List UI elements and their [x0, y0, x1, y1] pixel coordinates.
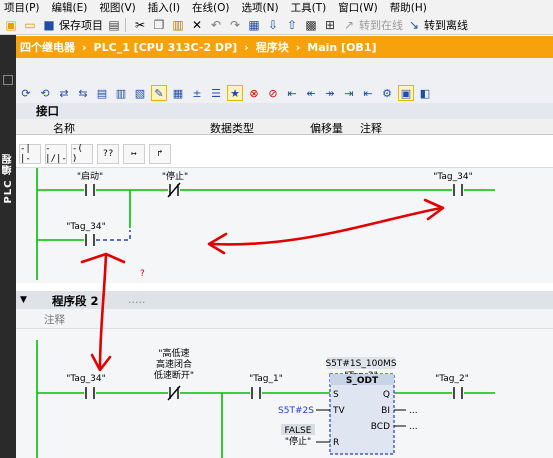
comments-toggle-icon[interactable]: ✎	[151, 85, 167, 101]
download-icon[interactable]: ⇩	[265, 17, 281, 33]
insert-row-icon[interactable]: ▥	[113, 85, 129, 101]
plc-programming-side-tab[interactable]: PLC 编程	[0, 35, 16, 458]
expand-networks-icon[interactable]: ☰	[208, 85, 224, 101]
redo-icon[interactable]: ↷	[227, 17, 243, 33]
network-separator	[16, 283, 553, 291]
compile-icon[interactable]: ▦	[246, 17, 262, 33]
delete-row-icon[interactable]: ▧	[132, 85, 148, 101]
undo-icon[interactable]: ↶	[208, 17, 224, 33]
open-project-icon[interactable]: ▭	[22, 17, 38, 33]
lad-instructions-bar: -| |- -|/|- -( ) ?? ↦ ↱	[16, 140, 553, 168]
display-icon[interactable]: ▣	[398, 85, 414, 101]
side-tab-label: PLC 编程	[3, 153, 14, 204]
breadcrumb-device[interactable]: PLC_1 [CPU 313C-2 DP]	[94, 41, 238, 54]
monitor-icon[interactable]: ⟳	[18, 85, 34, 101]
pin-icon[interactable]	[3, 75, 13, 85]
go-offline-icon[interactable]: ↘	[406, 17, 422, 33]
menu-options[interactable]: 选项(N)	[236, 0, 285, 15]
breadcrumb-separator-icon: ›	[82, 40, 87, 54]
simulate-icon[interactable]: ▩	[303, 17, 319, 33]
delete-icon[interactable]: ✕	[189, 17, 205, 33]
upload-icon[interactable]: ⇧	[284, 17, 300, 33]
print-icon[interactable]: ▤	[106, 17, 122, 33]
next-network-icon[interactable]: ↠	[322, 85, 338, 101]
network-2[interactable]	[16, 329, 553, 458]
menu-tools[interactable]: 工具(T)	[285, 0, 333, 15]
monitor-all-icon[interactable]: ⟲	[37, 85, 53, 101]
empty-box-icon[interactable]: ??	[97, 143, 119, 164]
indent-icon[interactable]: ⇥	[341, 85, 357, 101]
first-network-icon[interactable]: ⇤	[284, 85, 300, 101]
outdent-icon[interactable]: ⇤	[360, 85, 376, 101]
normally-open-contact-icon[interactable]: -| |-	[19, 143, 41, 164]
cut-icon[interactable]: ✂	[132, 17, 148, 33]
network-2-header[interactable]: ▼ 程序段 2 .....	[16, 291, 553, 309]
go-online-button[interactable]: 转到在线	[359, 17, 403, 33]
absolute-operands-icon[interactable]: ±	[189, 85, 205, 101]
menu-view[interactable]: 视图(V)	[93, 0, 141, 15]
go-to-previous-error-icon[interactable]: ⊗	[246, 85, 262, 101]
network-2-title: 程序段 2	[52, 294, 99, 308]
breadcrumb-block[interactable]: Main [OB1]	[307, 41, 376, 54]
close-branch-icon[interactable]: ↱	[149, 143, 171, 164]
go-to-next-error-icon[interactable]: ⊘	[265, 85, 281, 101]
force-icon[interactable]: ⇆	[75, 85, 91, 101]
breadcrumb-project[interactable]: 四个继电器	[20, 39, 75, 55]
accessible-devices-icon[interactable]: ⊞	[322, 17, 338, 33]
copy-icon[interactable]: ❐	[151, 17, 167, 33]
breadcrumb-separator-icon: ›	[295, 40, 301, 54]
breadcrumb-program-blocks[interactable]: 程序块	[256, 39, 289, 55]
network-2-comment[interactable]: 注释	[16, 309, 553, 329]
open-branch-icon[interactable]: ↦	[123, 143, 145, 164]
breadcrumb: 四个继电器 › PLC_1 [CPU 313C-2 DP] › 程序块 › Ma…	[16, 36, 553, 58]
menu-project[interactable]: 项目(P)	[0, 0, 46, 15]
normally-closed-contact-icon[interactable]: -|/|-	[45, 143, 67, 164]
column-name[interactable]: 名称	[53, 120, 75, 136]
favorites-icon[interactable]: ★	[227, 85, 243, 101]
paste-icon[interactable]: ▥	[170, 17, 186, 33]
network-1[interactable]	[16, 168, 553, 283]
insert-network-icon[interactable]: ▤	[94, 85, 110, 101]
menu-window[interactable]: 窗口(W)	[332, 0, 384, 15]
interface-header: 名称 数据类型 偏移量 注释	[16, 119, 553, 135]
network-2-title-placeholder[interactable]: .....	[128, 293, 145, 306]
column-comment[interactable]: 注释	[360, 120, 382, 136]
block-editor-toolbar: ⟳ ⟲ ⇄ ⇆ ▤ ▥ ▧ ✎ ▦ ± ☰ ★ ⊗ ⊘ ⇤ ↞ ↠ ⇥ ⇤ ⚙ …	[16, 83, 553, 103]
network-2-comment-label: 注释	[44, 314, 65, 326]
properties-icon[interactable]: ⚙	[379, 85, 395, 101]
toolbar-separator	[125, 17, 126, 32]
main-toolbar: ▣ ▭ ■ 保存项目 ▤ ✂ ❐ ▥ ✕ ↶ ↷ ▦ ⇩ ⇧ ▩ ⊞ ↗ 转到在…	[0, 15, 553, 35]
breadcrumb-separator-icon: ›	[244, 40, 249, 54]
menu-edit[interactable]: 编辑(E)	[46, 0, 94, 15]
save-project-button[interactable]: 保存项目	[59, 17, 103, 33]
editor-header-area	[16, 58, 553, 86]
column-offset[interactable]: 偏移量	[310, 120, 343, 136]
new-project-icon[interactable]: ▣	[3, 17, 19, 33]
menu-insert[interactable]: 插入(I)	[142, 0, 186, 15]
modify-icon[interactable]: ⇄	[56, 85, 72, 101]
save-icon[interactable]: ■	[41, 17, 57, 33]
coil-icon[interactable]: -( )	[71, 143, 93, 164]
previous-network-icon[interactable]: ↞	[303, 85, 319, 101]
menu-online[interactable]: 在线(O)	[186, 0, 235, 15]
network-comment-icon[interactable]: ▦	[170, 85, 186, 101]
go-offline-button[interactable]: 转到离线	[424, 17, 468, 33]
split-view-icon[interactable]: ◧	[417, 85, 433, 101]
column-data-type[interactable]: 数据类型	[210, 120, 254, 136]
collapse-triangle-icon[interactable]: ▼	[20, 295, 27, 305]
go-online-icon[interactable]: ↗	[341, 17, 357, 33]
menu-help[interactable]: 帮助(H)	[384, 0, 433, 15]
interface-title[interactable]: 接口	[16, 103, 553, 119]
menu-bar: 项目(P) 编辑(E) 视图(V) 插入(I) 在线(O) 选项(N) 工具(T…	[0, 0, 553, 15]
